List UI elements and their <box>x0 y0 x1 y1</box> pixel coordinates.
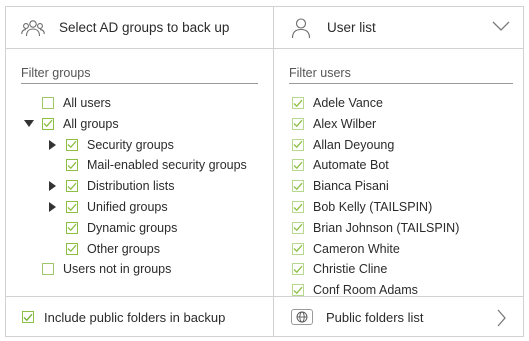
caret-spacer <box>48 155 58 175</box>
groups-panel-title: Select AD groups to back up <box>59 20 230 35</box>
user-label: Brian Johnson (TAILSPIN) <box>313 220 460 235</box>
user-row[interactable]: Adele Vance <box>292 93 383 113</box>
groups-filter-panel: Filter groups All users All groups Securit… <box>6 49 273 296</box>
public-folders-list-label: Public folders list <box>326 309 424 325</box>
user-label: Adele Vance <box>313 96 383 110</box>
group-row[interactable]: Distribution lists <box>48 176 175 196</box>
group-row[interactable]: All groups <box>24 114 119 134</box>
group-row[interactable]: Security groups <box>48 135 174 155</box>
chevron-right-icon[interactable] <box>496 309 506 332</box>
group-label: Dynamic groups <box>87 220 178 235</box>
user-checkbox[interactable] <box>292 284 304 297</box>
group-label: All groups <box>63 116 119 131</box>
user-row[interactable]: Christie Cline <box>292 259 387 279</box>
group-row[interactable]: All users <box>24 93 111 113</box>
user-row[interactable]: Brian Johnson (TAILSPIN) <box>292 218 459 238</box>
collapsed-caret-icon[interactable] <box>48 197 58 217</box>
user-label: Alex Wilber <box>313 116 377 131</box>
caret-spacer <box>24 259 34 279</box>
group-checkbox[interactable] <box>66 242 78 255</box>
user-label: Automate Bot <box>313 158 389 173</box>
group-label: Users not in groups <box>63 262 172 277</box>
group-row[interactable]: Users not in groups <box>24 259 171 279</box>
user-label: Bob Kelly (TAILSPIN) <box>313 200 433 214</box>
group-checkbox[interactable] <box>66 201 78 213</box>
user-row[interactable]: Bob Kelly (TAILSPIN) <box>292 197 432 217</box>
user-label: Conf Room Adams <box>313 283 418 298</box>
user-checkbox[interactable] <box>292 221 304 234</box>
collapsed-caret-icon[interactable] <box>48 176 58 196</box>
user-row[interactable]: Cameron White <box>292 239 400 259</box>
group-label: All users <box>63 96 111 110</box>
group-checkbox[interactable] <box>42 117 54 130</box>
include-public-folders-row[interactable]: Include public folders in backup <box>6 297 273 337</box>
expand-caret-icon[interactable] <box>24 114 34 134</box>
group-checkbox[interactable] <box>66 159 78 172</box>
include-public-folders-label: Include public folders in backup <box>44 309 226 325</box>
group-label: Security groups <box>87 137 174 152</box>
users-filter-panel: Filter users Adele Vance Alex Wilber Allan… <box>274 49 524 298</box>
user-checkbox[interactable] <box>292 242 304 255</box>
user-checkbox[interactable] <box>292 159 304 172</box>
user-checkbox[interactable] <box>292 180 304 193</box>
group-row[interactable]: Unified groups <box>48 197 168 217</box>
user-icon <box>289 16 313 40</box>
people-icon <box>21 16 45 40</box>
user-label: Cameron White <box>313 241 400 256</box>
user-checkbox[interactable] <box>292 97 304 109</box>
caret-spacer <box>48 239 58 259</box>
groups-header: Select AD groups to back up <box>6 7 273 48</box>
user-checkbox[interactable] <box>292 263 304 276</box>
group-label: Unified groups <box>87 200 168 214</box>
backup-selection-panel: Select AD groups to back up User list Fi… <box>5 6 524 337</box>
user-label: Christie Cline <box>313 262 388 277</box>
include-public-folders-checkbox[interactable] <box>22 311 34 323</box>
group-checkbox[interactable] <box>66 221 78 234</box>
user-label: Bianca Pisani <box>313 179 389 194</box>
chevron-down-icon[interactable] <box>492 19 510 37</box>
users-panel-title: User list <box>327 20 376 35</box>
collapsed-caret-icon[interactable] <box>48 135 58 155</box>
group-checkbox[interactable] <box>66 138 78 151</box>
user-checkbox[interactable] <box>292 117 304 130</box>
user-row[interactable]: Automate Bot <box>292 155 389 175</box>
group-checkbox[interactable] <box>42 97 54 109</box>
group-label: Distribution lists <box>87 179 175 194</box>
public-folders-list-button[interactable]: Public folders list <box>274 297 524 337</box>
user-row[interactable]: Bianca Pisani <box>292 176 389 196</box>
globe-icon <box>291 309 313 325</box>
group-row[interactable]: Dynamic groups <box>48 218 177 238</box>
users-header[interactable]: User list <box>274 7 524 48</box>
user-checkbox[interactable] <box>292 138 304 151</box>
group-checkbox[interactable] <box>42 263 54 276</box>
user-row[interactable]: Alex Wilber <box>292 114 376 134</box>
group-label: Mail-enabled security groups <box>87 158 247 173</box>
user-row[interactable]: Allan Deyoung <box>292 135 394 155</box>
user-checkbox[interactable] <box>292 201 304 213</box>
user-label: Allan Deyoung <box>313 137 395 152</box>
caret-spacer <box>24 93 34 113</box>
caret-spacer <box>48 218 58 238</box>
filter-users-label: Filter users <box>289 66 513 84</box>
filter-groups-label: Filter groups <box>21 66 258 84</box>
group-row[interactable]: Other groups <box>48 239 160 259</box>
group-row[interactable]: Mail-enabled security groups <box>48 155 247 175</box>
group-label: Other groups <box>87 241 160 256</box>
group-checkbox[interactable] <box>66 180 78 193</box>
